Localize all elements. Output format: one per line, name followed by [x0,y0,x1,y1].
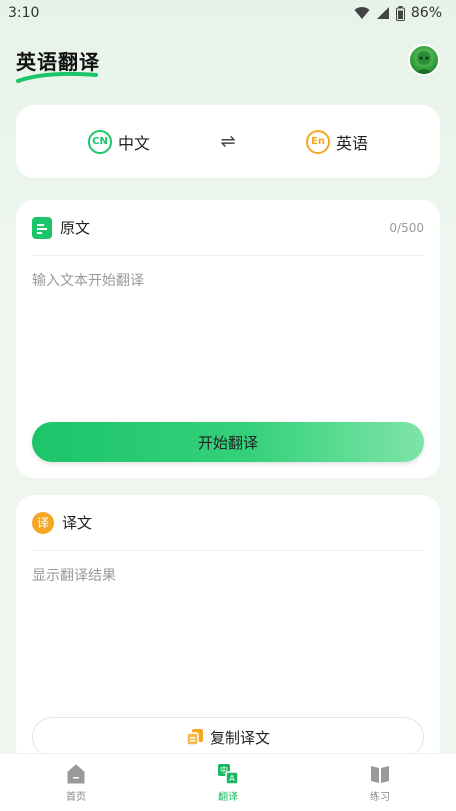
avatar[interactable] [408,44,440,76]
title-wrap: 英语翻译 [16,46,100,83]
result-card-title-group: 译 译文 [32,511,93,534]
swap-languages-icon[interactable]: ⇌ [220,131,235,152]
battery-icon [395,5,405,21]
status-bar: 3:10 86% [0,0,456,26]
cn-badge-icon: CN [88,129,112,154]
translate-icon: 中 A [218,763,239,785]
nav-label-translate: 翻译 [218,791,238,803]
copy-button-label: 复制译文 [209,728,270,747]
source-card-title-group: 原文 [32,216,91,239]
nav-item-home[interactable]: 首页 [36,763,116,803]
nav-item-translate[interactable]: 中 A 翻译 [188,763,268,803]
nav-label-practice: 练习 [370,791,390,803]
copy-icon [186,729,203,746]
document-icon [32,216,52,239]
source-card-header: 原文 0/500 [32,200,424,256]
source-language-label: 中文 [118,133,151,153]
nav-item-practice[interactable]: 练习 [340,763,420,803]
start-translate-button[interactable]: 开始翻译 [32,422,424,462]
wifi-icon [354,7,370,20]
source-language[interactable]: CN 中文 [88,129,151,154]
battery-percent: 86% [410,5,442,21]
translation-result: 显示翻译结果 [32,568,116,584]
result-card: 译 译文 显示翻译结果 复制译文 [16,495,440,765]
language-selector-card: CN 中文 ⇌ En 英语 [16,105,440,178]
source-text-card: 原文 0/500 开始翻译 [16,200,440,478]
result-card-header: 译 译文 [32,495,424,551]
source-card-title: 原文 [60,219,91,237]
status-icons: 86% [354,5,442,21]
source-text-input[interactable] [32,256,424,396]
status-time: 3:10 [8,5,40,21]
book-icon [371,765,389,783]
target-language-label: 英语 [335,133,368,153]
copy-translation-button[interactable]: 复制译文 [32,717,424,757]
signal-icon [376,7,389,19]
translation-badge-icon: 译 [32,511,54,534]
home-icon [67,764,85,783]
app-header: 英语翻译 [16,40,440,83]
nav-label-home: 首页 [66,791,86,803]
svg-text:中: 中 [220,765,228,775]
bottom-nav: 首页 中 A 翻译 练习 [0,753,456,811]
avatar-figure-icon [415,51,433,74]
result-card-title: 译文 [62,514,93,532]
svg-text:A: A [229,774,235,783]
page-title: 英语翻译 [16,49,100,74]
en-badge-icon: En [305,129,330,154]
character-count: 0/500 [389,220,424,235]
target-language[interactable]: En 英语 [305,129,368,154]
